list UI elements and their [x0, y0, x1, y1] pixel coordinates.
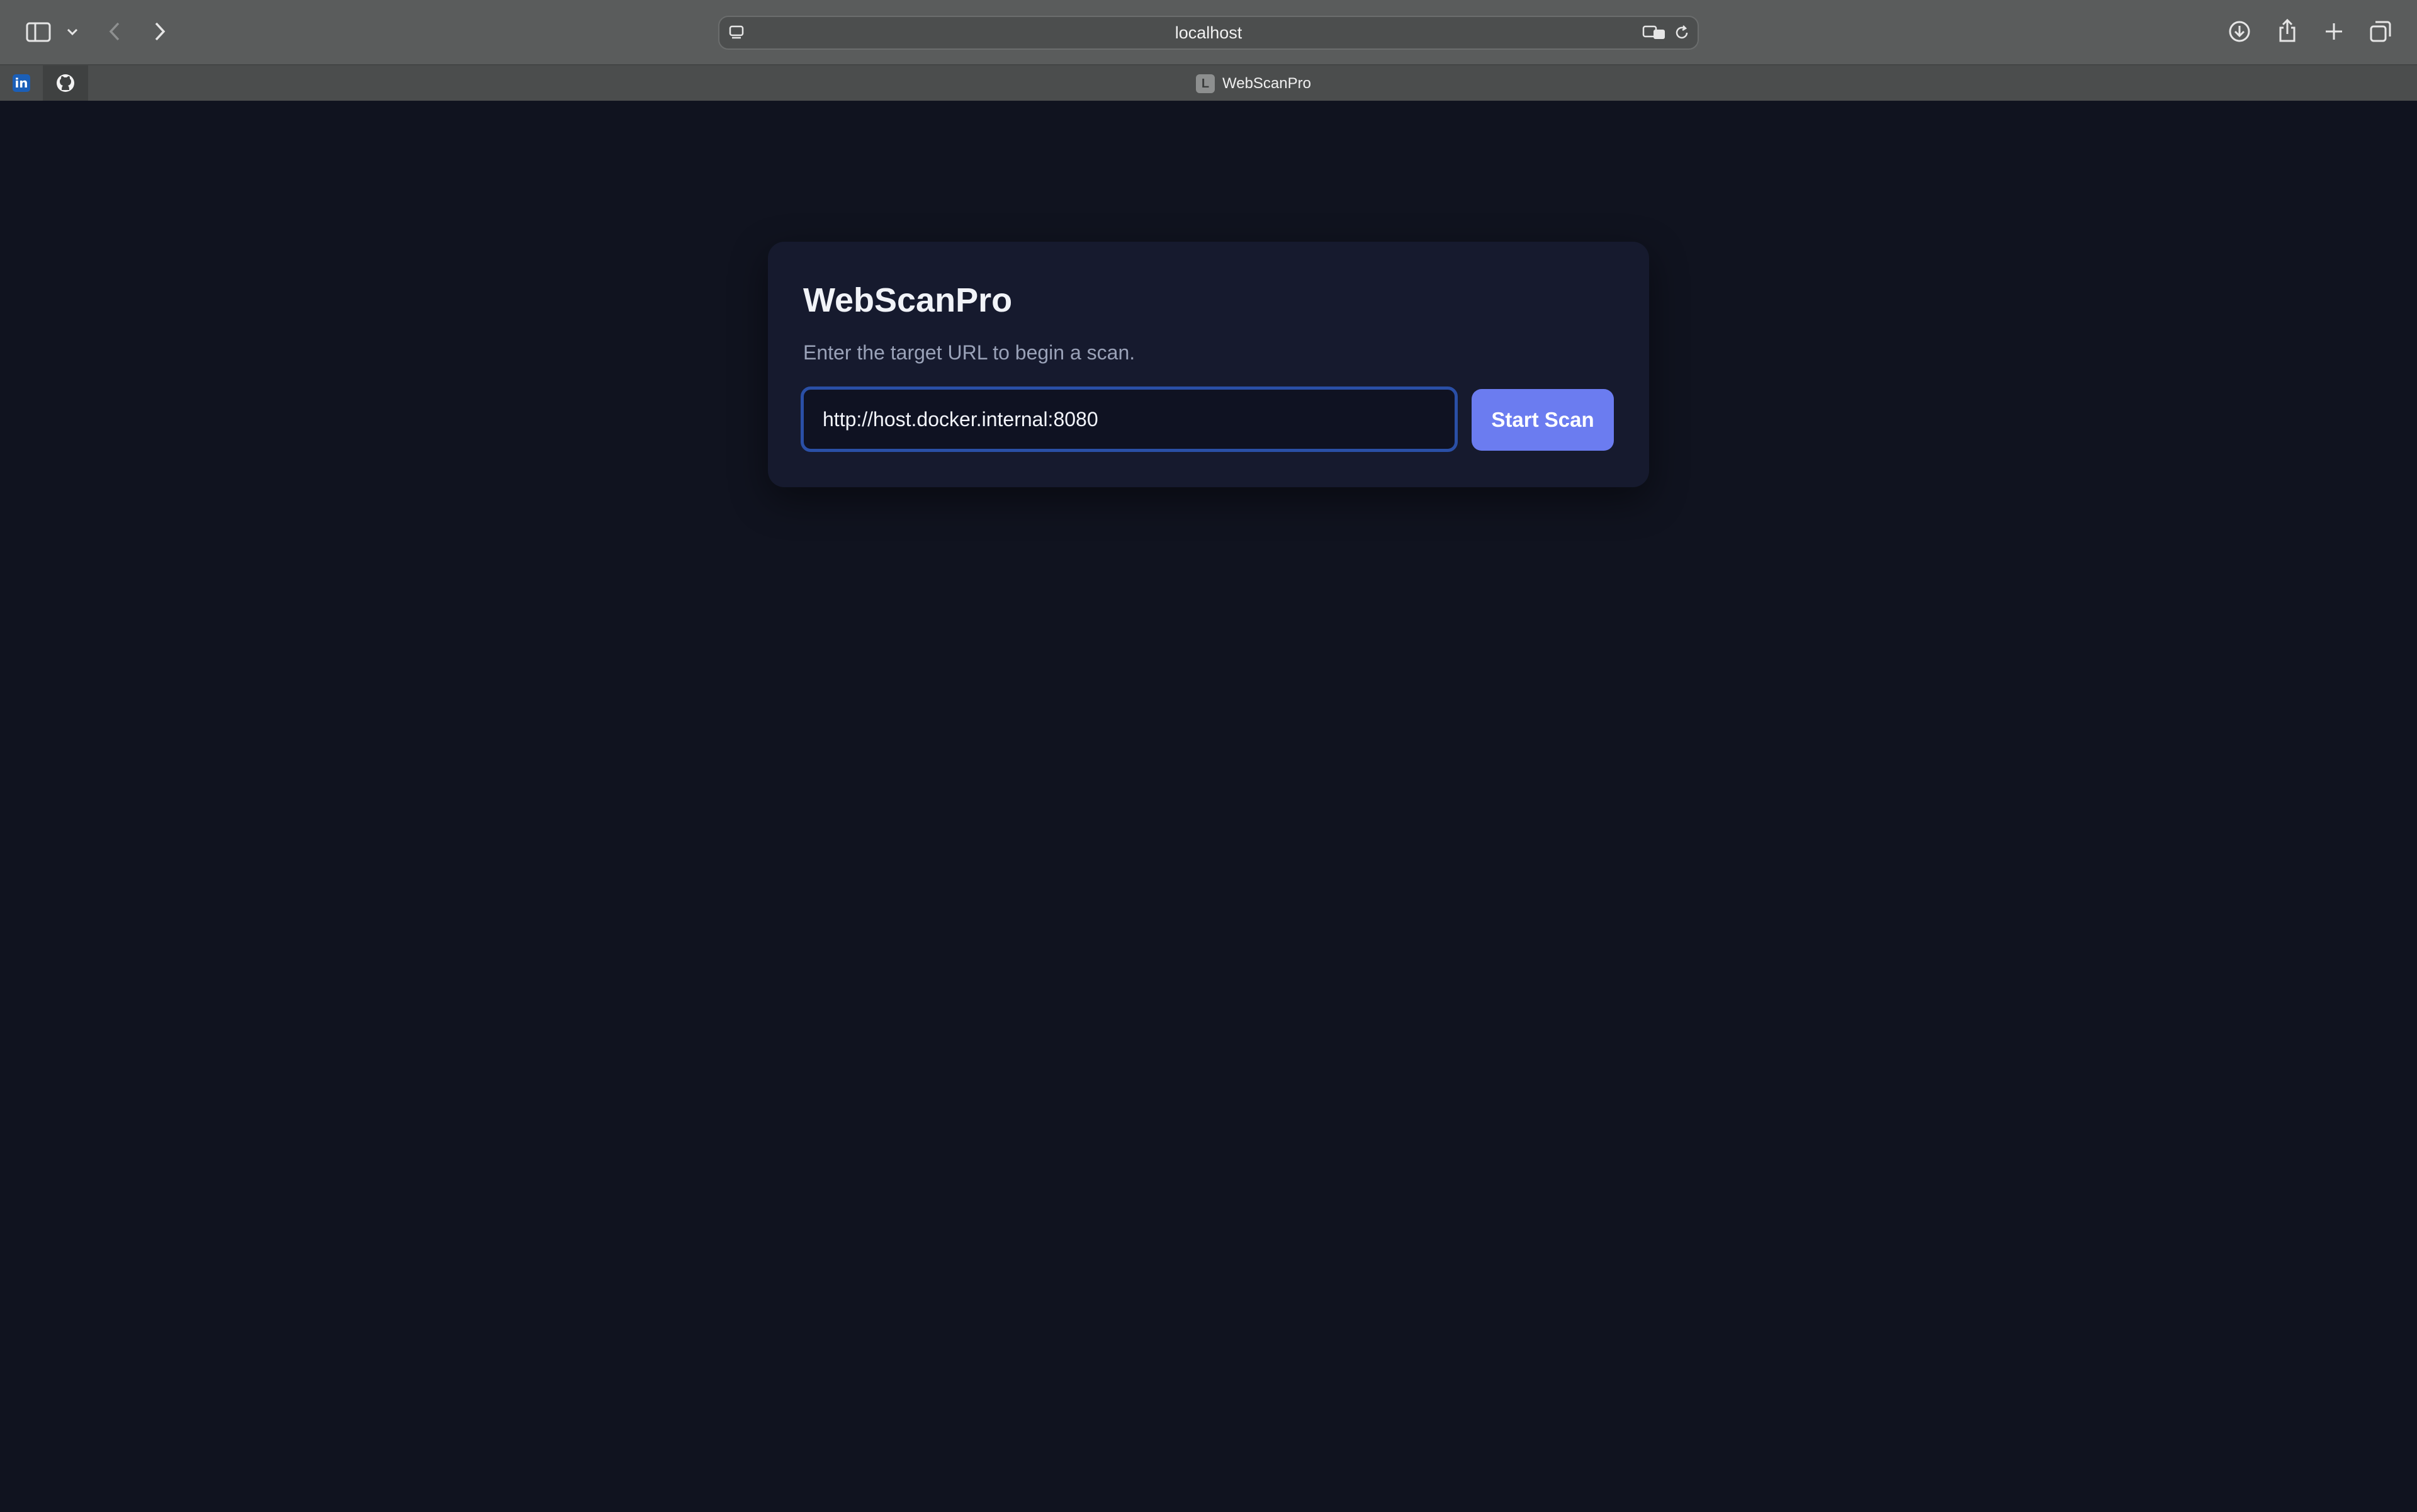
sidebar-toggle-icon[interactable] [23, 16, 54, 48]
back-icon[interactable] [102, 18, 127, 45]
pinned-tab-github[interactable] [44, 65, 88, 101]
start-scan-button[interactable]: Start Scan [1472, 389, 1614, 451]
forward-icon[interactable] [147, 18, 172, 45]
linkedin-icon: in [13, 74, 30, 92]
target-url-input[interactable] [801, 386, 1458, 452]
translate-icon[interactable] [1641, 23, 1669, 43]
page-subtitle: Enter the target URL to begin a scan. [803, 341, 1135, 364]
github-icon [55, 73, 76, 93]
scan-card: WebScanPro Enter the target URL to begin… [768, 242, 1649, 487]
tab-favicon: L [1196, 74, 1215, 93]
page-title: WebScanPro [803, 281, 1013, 319]
tab-webscanpro[interactable]: L WebScanPro [1196, 71, 1311, 97]
new-tab-icon[interactable] [2320, 18, 2348, 45]
tab-overview-icon[interactable] [2367, 18, 2394, 45]
reload-icon[interactable] [1671, 23, 1693, 43]
downloads-icon[interactable] [2226, 18, 2253, 45]
address-bar[interactable]: localhost [718, 16, 1699, 50]
pinned-tab-linkedin[interactable]: in [0, 65, 44, 101]
address-text[interactable]: localhost [719, 17, 1698, 48]
tab-title: WebScanPro [1222, 75, 1311, 92]
browser-toolbar: localhost [0, 0, 2417, 64]
chevron-down-icon[interactable] [63, 23, 82, 42]
share-icon[interactable] [2273, 16, 2301, 45]
